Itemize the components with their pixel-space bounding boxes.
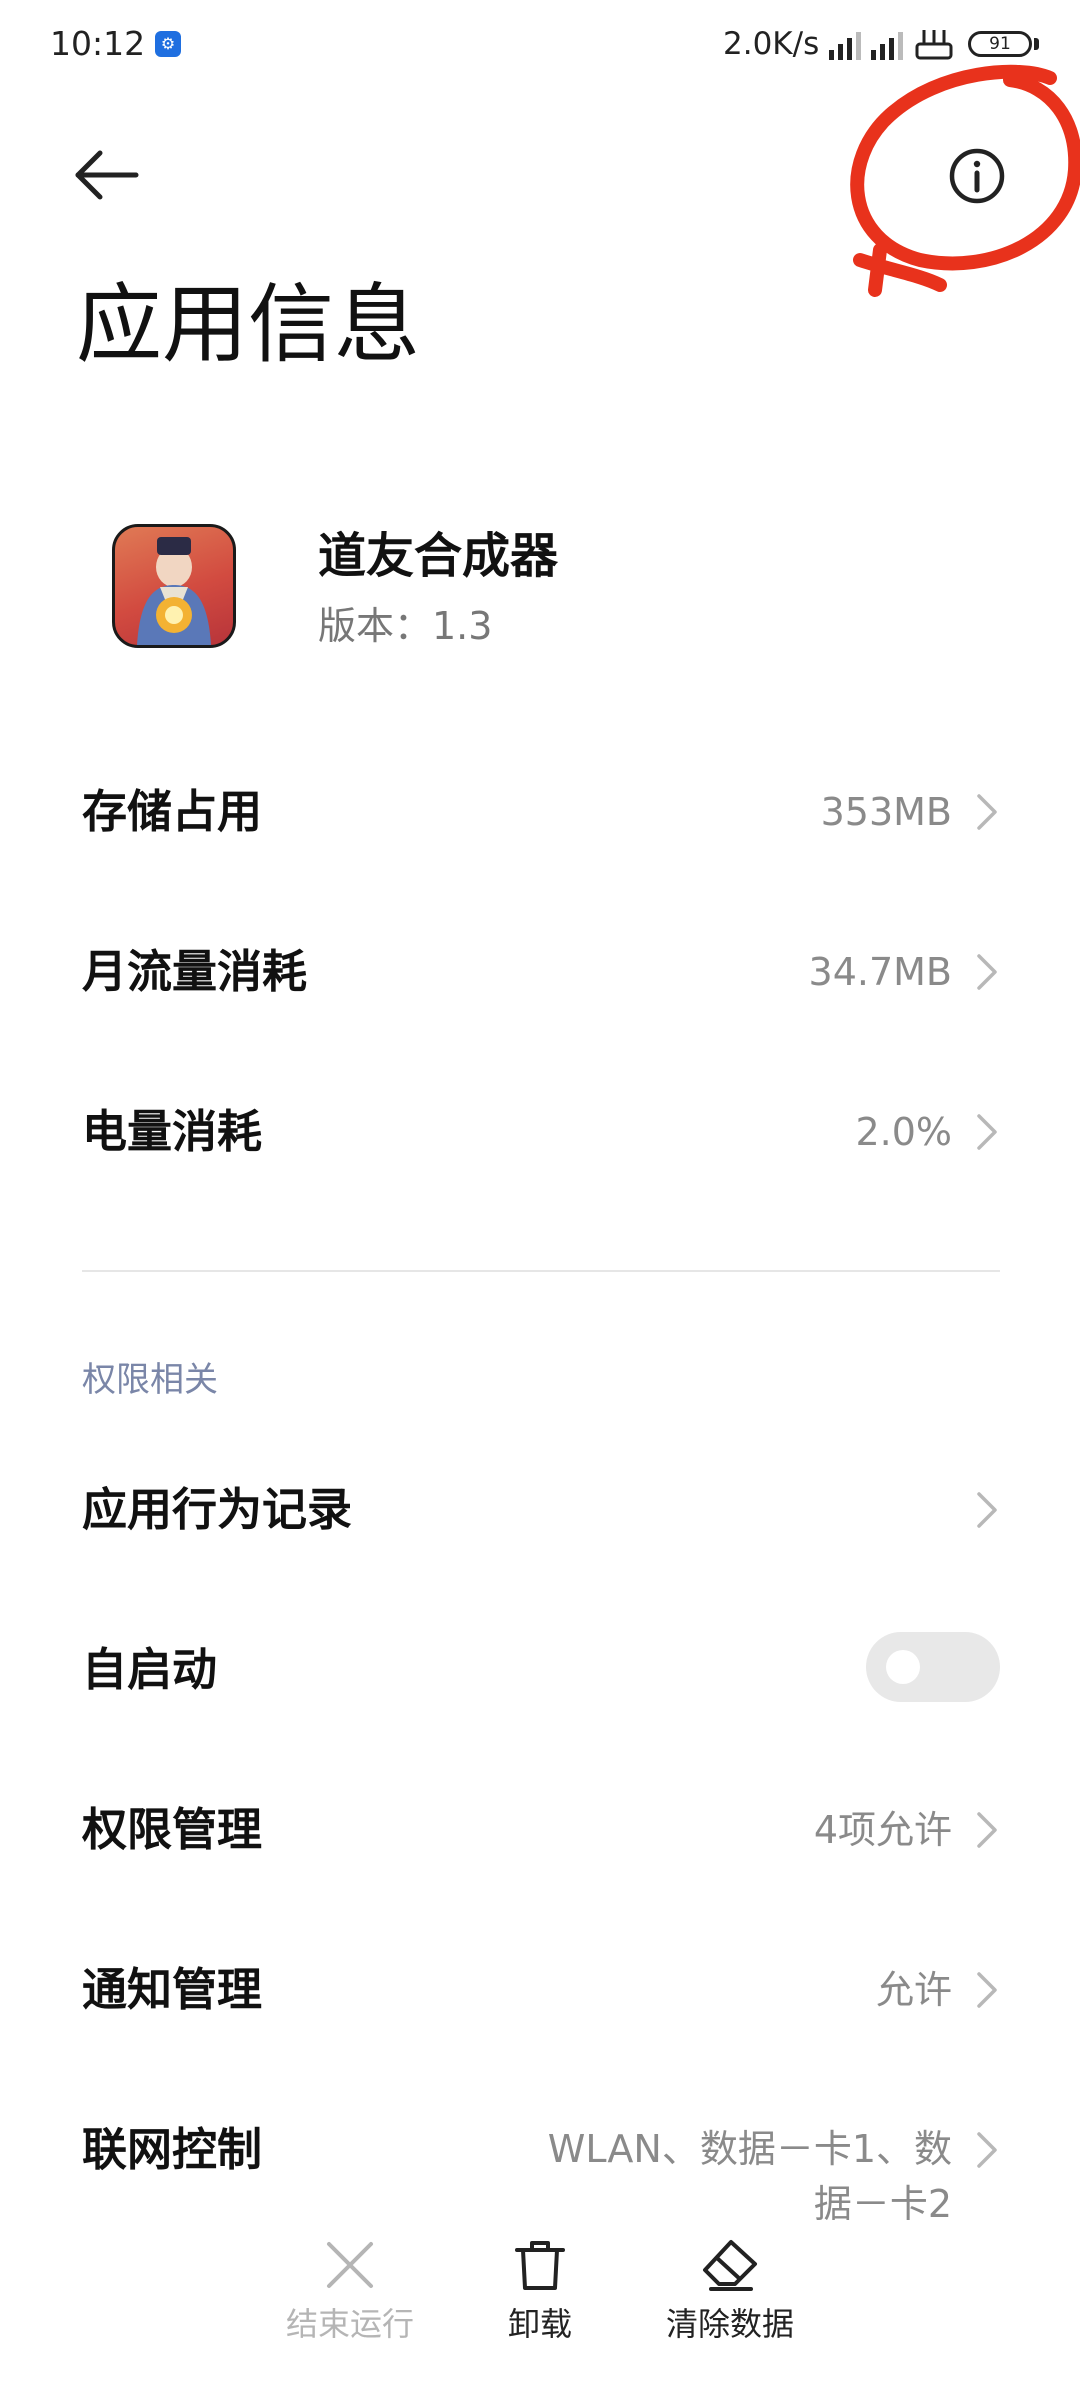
row-label: 月流量消耗 — [82, 945, 308, 998]
row-label: 权限管理 — [82, 1803, 263, 1856]
signal-sim1-icon — [829, 32, 861, 60]
app-notification-icon: ⚙ — [155, 31, 181, 57]
chevron-right-icon — [977, 2132, 997, 2168]
row-label: 电量消耗 — [82, 1105, 263, 1158]
row-label: 存储占用 — [82, 785, 263, 838]
back-button[interactable] — [72, 145, 142, 205]
battery-indicator: 91 — [968, 31, 1032, 57]
permissions-section-header: 权限相关 — [82, 1360, 218, 1400]
notification-management-row[interactable]: 通知管理 允许 — [0, 1910, 1080, 2070]
uninstall-button[interactable]: 卸载 — [440, 2220, 640, 2360]
row-label: 通知管理 — [82, 1963, 263, 2016]
row-label: 应用行为记录 — [82, 1483, 353, 1536]
autostart-toggle[interactable] — [866, 1632, 1000, 1702]
row-value: 34.7MB — [808, 950, 952, 994]
force-stop-label: 结束运行 — [285, 2305, 414, 2343]
row-value: 2.0% — [855, 1110, 952, 1154]
chevron-right-icon — [977, 1492, 997, 1528]
status-time: 10:12 — [50, 24, 146, 63]
data-usage-row[interactable]: 月流量消耗 34.7MB — [0, 892, 1080, 1052]
close-icon — [327, 2242, 373, 2288]
eraser-icon — [703, 2240, 757, 2291]
section-divider — [82, 1270, 1000, 1272]
permission-management-row[interactable]: 权限管理 4项允许 — [0, 1750, 1080, 1910]
battery-usage-row[interactable]: 电量消耗 2.0% — [0, 1052, 1080, 1212]
info-button[interactable] — [947, 146, 1007, 206]
toggle-knob — [886, 1650, 920, 1684]
router-icon — [915, 30, 953, 60]
bottom-action-bar: 结束运行 卸载 清除数据 — [0, 2220, 1080, 2400]
arrow-left-icon — [75, 150, 139, 200]
app-name: 道友合成器 — [318, 528, 559, 584]
chevron-right-icon — [977, 794, 997, 830]
row-value: WLAN、数据－卡1、数据－卡2 — [547, 2127, 952, 2226]
app-icon — [112, 524, 236, 648]
network-control-row[interactable]: 联网控制 WLAN、数据－卡1、数据－卡2 — [0, 2070, 1080, 2230]
trash-icon — [515, 2241, 565, 2290]
chevron-right-icon — [977, 1114, 997, 1150]
network-speed: 2.0K/s — [723, 26, 820, 62]
row-value: 4项允许 — [813, 1808, 952, 1852]
clear-data-button[interactable]: 清除数据 — [630, 2220, 830, 2360]
chevron-right-icon — [977, 1812, 997, 1848]
force-stop-button[interactable]: 结束运行 — [250, 2220, 450, 2360]
clear-data-label: 清除数据 — [665, 2305, 794, 2343]
uninstall-label: 卸载 — [507, 2305, 572, 2343]
storage-usage-row[interactable]: 存储占用 353MB — [0, 732, 1080, 892]
signal-sim2-icon — [871, 32, 903, 60]
app-behavior-log-row[interactable]: 应用行为记录 — [0, 1430, 1080, 1590]
battery-tip — [1034, 38, 1039, 50]
info-circle-icon — [949, 148, 1005, 204]
page-title: 应用信息 — [76, 275, 420, 375]
chevron-right-icon — [977, 954, 997, 990]
app-version: 版本：1.3 — [318, 604, 493, 648]
row-value: 允许 — [875, 1968, 952, 2012]
chevron-right-icon — [977, 1972, 997, 2008]
row-label: 自启动 — [82, 1643, 218, 1696]
row-label: 联网控制 — [82, 2123, 263, 2176]
row-value: 353MB — [820, 790, 952, 834]
